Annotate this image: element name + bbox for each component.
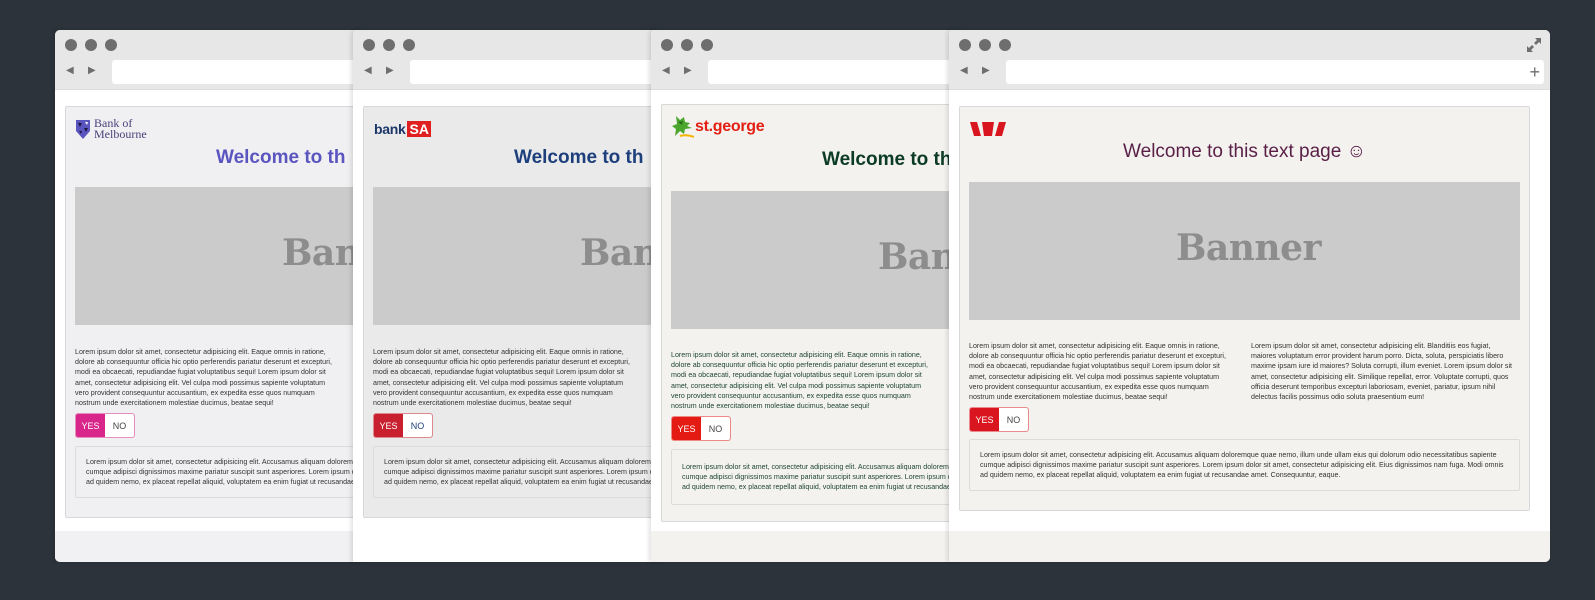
forward-arrow-icon[interactable]: ▶	[386, 66, 394, 76]
browser-viewport: Bank of Melbourne Welcome to th Banner L…	[55, 91, 365, 562]
body-paragraph-left: Lorem ipsum dolor sit amet, consectetur …	[969, 342, 1226, 402]
banksa-logo[interactable]: bank SA	[374, 117, 431, 141]
address-bar[interactable]	[708, 60, 955, 84]
yes-button[interactable]: YES	[672, 417, 701, 440]
minimize-dot-icon[interactable]	[383, 39, 395, 51]
page-heading: Welcome to this text page ☺	[1123, 141, 1366, 162]
browser-titlebar: ◀ ▶	[353, 30, 663, 90]
info-well: Lorem ipsum dolor sit amet, consectetur …	[671, 449, 961, 505]
banner-image-placeholder: Banner	[373, 187, 663, 325]
st-george-logo[interactable]: st.george	[672, 115, 765, 139]
forward-arrow-icon[interactable]: ▶	[982, 66, 990, 76]
browser-titlebar: ◀ ▶	[651, 30, 961, 90]
new-tab-plus-icon[interactable]: +	[1529, 63, 1540, 81]
logo-sa-flag: SA	[407, 121, 431, 137]
logo-wordmark: bank	[374, 121, 406, 137]
no-button[interactable]: NO	[999, 408, 1028, 431]
yes-no-toggle: YES NO	[75, 413, 135, 438]
address-bar[interactable]	[112, 60, 359, 84]
westpac-w-icon	[970, 122, 1006, 136]
forward-arrow-icon[interactable]: ▶	[684, 66, 692, 76]
banner-image-placeholder: Banner	[969, 182, 1520, 320]
banner-image-placeholder: Banner	[671, 191, 961, 329]
bom-shield-icon	[76, 119, 90, 139]
web-page: Bank of Melbourne Welcome to th Banner L…	[65, 106, 365, 518]
yes-no-toggle: YES NO	[969, 407, 1029, 432]
content-columns: Lorem ipsum dolor sit amet, consectetur …	[373, 347, 638, 408]
browser-window-banksa: ◀ ▶ bank SA Welcome to th Banner Lorem i…	[353, 30, 663, 562]
minimize-dot-icon[interactable]	[681, 39, 693, 51]
info-well: Lorem ipsum dolor sit amet, consectetur …	[969, 439, 1520, 491]
close-dot-icon[interactable]	[661, 39, 673, 51]
back-arrow-icon[interactable]: ◀	[960, 66, 968, 76]
back-arrow-icon[interactable]: ◀	[66, 66, 74, 76]
yes-button[interactable]: YES	[374, 414, 403, 437]
no-button[interactable]: NO	[105, 414, 134, 437]
back-arrow-icon[interactable]: ◀	[364, 66, 372, 76]
info-well: Lorem ipsum dolor sit amet, consectetur …	[75, 446, 365, 498]
close-dot-icon[interactable]	[959, 39, 971, 51]
yes-button[interactable]: YES	[76, 414, 105, 437]
maximize-dot-icon[interactable]	[105, 39, 117, 51]
page-heading: Welcome to th	[514, 147, 644, 168]
yes-no-toggle: YES NO	[373, 413, 433, 438]
browser-titlebar: ◀ ▶ +	[949, 30, 1550, 90]
body-paragraph-right: Lorem ipsum dolor sit amet, consectetur …	[1251, 342, 1512, 402]
content-columns: Lorem ipsum dolor sit amet, consectetur …	[671, 350, 936, 411]
yes-button[interactable]: YES	[970, 408, 999, 431]
westpac-logo[interactable]	[970, 117, 1006, 141]
browser-window-bank-of-melbourne: ◀ ▶ Bank of Melbourne Welcome to th Ban …	[55, 30, 365, 562]
browser-titlebar: ◀ ▶	[55, 30, 365, 90]
browser-viewport: bank SA Welcome to th Banner Lorem ipsum…	[353, 91, 663, 562]
minimize-dot-icon[interactable]	[85, 39, 97, 51]
banner-label: Banner	[1176, 227, 1321, 269]
maximize-dot-icon[interactable]	[999, 39, 1011, 51]
back-arrow-icon[interactable]: ◀	[662, 66, 670, 76]
yes-no-toggle: YES NO	[671, 416, 731, 441]
forward-arrow-icon[interactable]: ▶	[88, 66, 96, 76]
window-controls	[65, 39, 117, 51]
web-page: bank SA Welcome to th Banner Lorem ipsum…	[363, 106, 663, 518]
close-dot-icon[interactable]	[65, 39, 77, 51]
browser-viewport: st.george Welcome to th Banner Lorem ips…	[651, 91, 961, 562]
window-controls	[363, 39, 415, 51]
banner-image-placeholder: Banner	[75, 187, 365, 325]
address-bar[interactable]	[410, 60, 657, 84]
info-well: Lorem ipsum dolor sit amet, consectetur …	[373, 446, 663, 498]
browser-window-westpac: ◀ ▶ + Welcome to this text page ☺ Banner	[949, 30, 1550, 562]
dragon-icon	[672, 116, 694, 138]
logo-wordmark: Bank of Melbourne	[94, 116, 147, 141]
showcase-stage: ◀ ▶ Bank of Melbourne Welcome to th Ban …	[0, 0, 1595, 600]
page-heading: Welcome to th	[822, 149, 952, 170]
window-controls	[661, 39, 713, 51]
content-columns: Lorem ipsum dolor sit amet, consectetur …	[969, 341, 1516, 402]
logo-wordmark: st.george	[695, 118, 765, 135]
address-bar[interactable]	[1006, 60, 1544, 84]
web-page: st.george Welcome to th Banner Lorem ips…	[661, 104, 961, 522]
browser-window-st-george: ◀ ▶ st.george Welcome to th Banner	[651, 30, 961, 562]
expand-icon[interactable]	[1526, 37, 1542, 53]
web-page: Welcome to this text page ☺ Banner Lorem…	[959, 106, 1530, 511]
bank-of-melbourne-logo[interactable]: Bank of Melbourne	[76, 117, 147, 141]
window-controls	[959, 39, 1011, 51]
no-button[interactable]: NO	[403, 414, 432, 437]
maximize-dot-icon[interactable]	[701, 39, 713, 51]
browser-viewport: Welcome to this text page ☺ Banner Lorem…	[949, 91, 1550, 562]
body-paragraph: Lorem ipsum dolor sit amet, consectetur …	[373, 348, 630, 408]
minimize-dot-icon[interactable]	[979, 39, 991, 51]
maximize-dot-icon[interactable]	[403, 39, 415, 51]
close-dot-icon[interactable]	[363, 39, 375, 51]
body-paragraph: Lorem ipsum dolor sit amet, consectetur …	[75, 348, 332, 408]
page-heading: Welcome to th	[216, 147, 346, 168]
body-paragraph: Lorem ipsum dolor sit amet, consectetur …	[671, 351, 928, 411]
content-columns: Lorem ipsum dolor sit amet, consectetur …	[75, 347, 340, 408]
no-button[interactable]: NO	[701, 417, 730, 440]
